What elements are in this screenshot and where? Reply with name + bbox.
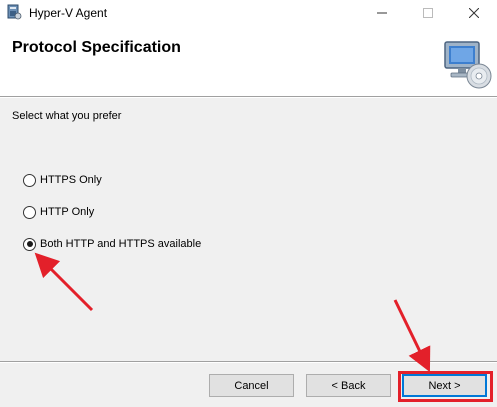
wizard-header: Protocol Specification bbox=[0, 26, 497, 96]
window-title: Hyper-V Agent bbox=[29, 6, 108, 20]
title-bar: Hyper-V Agent bbox=[0, 0, 497, 26]
computer-cd-icon bbox=[444, 41, 492, 89]
maximize-button[interactable] bbox=[405, 0, 451, 26]
page-title: Protocol Specification bbox=[12, 39, 181, 56]
instruction-text: Select what you prefer bbox=[12, 110, 122, 122]
cancel-button[interactable]: Cancel bbox=[209, 374, 294, 397]
arrow-to-next bbox=[393, 299, 431, 373]
close-button[interactable] bbox=[451, 0, 497, 26]
installer-icon bbox=[7, 4, 22, 20]
radio-button[interactable] bbox=[23, 205, 36, 219]
next-button[interactable]: Next > bbox=[402, 374, 487, 397]
radio-label[interactable]: Both HTTP and HTTPS available bbox=[40, 238, 201, 250]
radio-label[interactable]: HTTP Only bbox=[40, 206, 94, 218]
radio-button-selected[interactable] bbox=[23, 237, 36, 251]
radio-http-only[interactable]: HTTP Only bbox=[23, 204, 94, 220]
back-button[interactable]: < Back bbox=[306, 374, 391, 397]
close-icon bbox=[469, 8, 479, 18]
radio-https-only[interactable]: HTTPS Only bbox=[23, 172, 102, 188]
radio-both-http-https[interactable]: Both HTTP and HTTPS available bbox=[23, 236, 201, 252]
minimize-icon bbox=[377, 12, 387, 14]
maximize-icon bbox=[423, 8, 433, 18]
arrow-to-radio bbox=[34, 252, 94, 312]
radio-button[interactable] bbox=[23, 173, 36, 187]
minimize-button[interactable] bbox=[359, 0, 405, 26]
header-divider-highlight bbox=[0, 97, 497, 98]
radio-label[interactable]: HTTPS Only bbox=[40, 174, 102, 186]
footer-divider-highlight bbox=[0, 362, 497, 363]
